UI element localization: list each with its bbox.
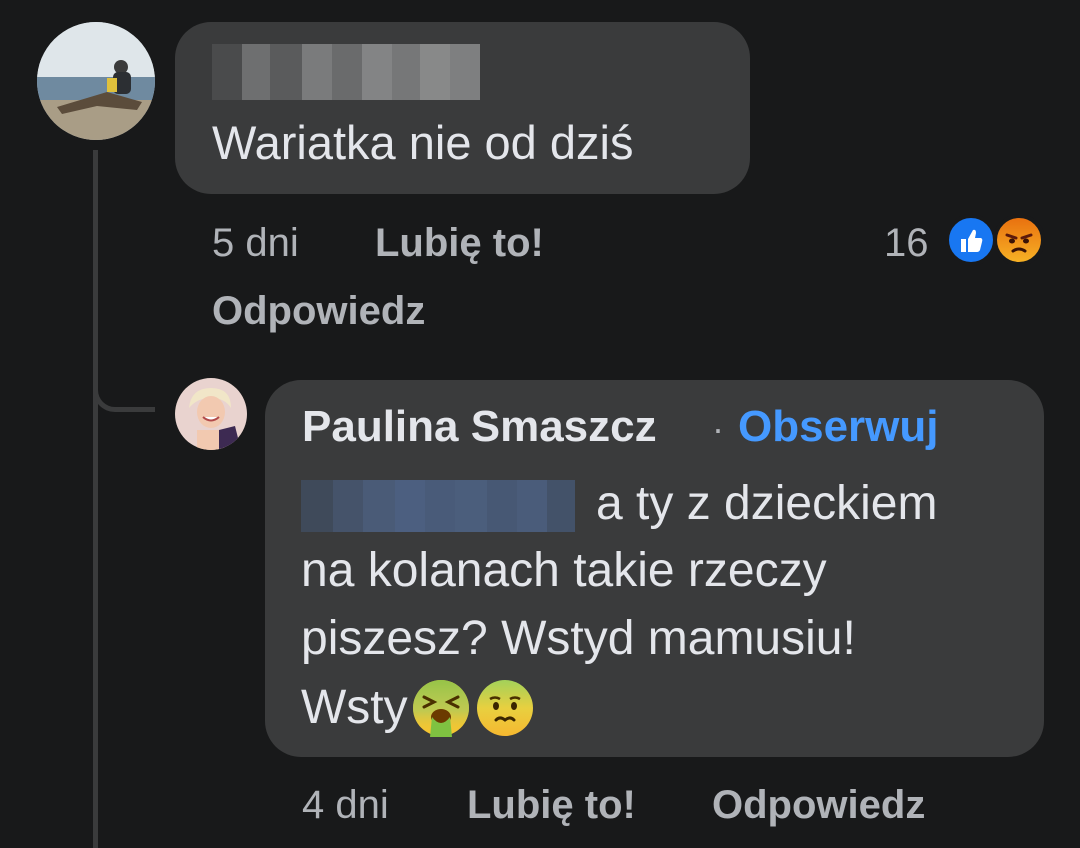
reaction-count[interactable]: 16 xyxy=(884,221,929,266)
reply-text-line: piszesz? Wstyd mamusiu! xyxy=(301,612,856,665)
reply-text-line-last: Wsty xyxy=(301,677,536,739)
comment-timestamp[interactable]: 5 dni xyxy=(212,221,299,266)
blurred-mention[interactable] xyxy=(301,480,585,532)
like-button[interactable]: Lubię to! xyxy=(467,783,636,828)
thread-line xyxy=(93,150,98,848)
nauseated-face-emoji xyxy=(474,677,536,739)
thread-branch xyxy=(93,350,155,412)
follow-button[interactable]: Obserwuj xyxy=(738,402,939,452)
author-name[interactable]: Paulina Smaszcz xyxy=(302,402,657,452)
comment-text: Wariatka nie od dziś xyxy=(212,116,634,169)
blurred-author-name xyxy=(212,44,480,100)
separator-dot: · xyxy=(712,408,724,449)
reply-text-line: na kolanach takie rzeczy xyxy=(301,544,827,597)
like-icon[interactable] xyxy=(945,214,997,266)
reply-timestamp[interactable]: 4 dni xyxy=(302,783,389,828)
angry-icon[interactable] xyxy=(993,214,1045,266)
reply-text-fragment: Wsty xyxy=(301,681,408,734)
author-avatar[interactable] xyxy=(175,378,247,450)
vomiting-face-emoji xyxy=(410,677,472,739)
like-button[interactable]: Lubię to! xyxy=(375,221,544,266)
reply-button[interactable]: Odpowiedz xyxy=(212,289,425,334)
commenter-avatar[interactable] xyxy=(37,22,155,140)
reply-text-line: a ty z dzieckiem xyxy=(596,477,938,530)
reply-button[interactable]: Odpowiedz xyxy=(712,783,925,828)
